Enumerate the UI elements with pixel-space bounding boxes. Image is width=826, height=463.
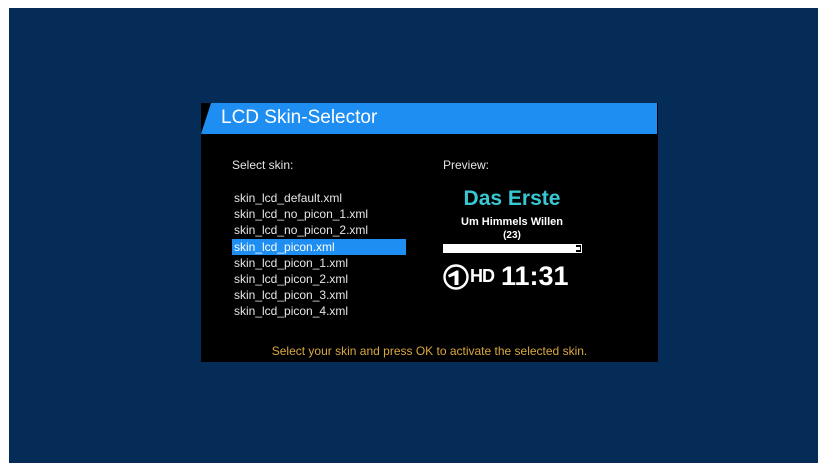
skin-list-item[interactable]: skin_lcd_picon_1.xml bbox=[232, 255, 406, 271]
preview-event-title: Um Himmels Willen bbox=[461, 216, 563, 228]
preview-hd-badge: HD bbox=[470, 266, 495, 286]
preview-event-number: (23) bbox=[503, 230, 521, 241]
skin-list-item[interactable]: skin_lcd_picon_3.xml bbox=[232, 287, 406, 303]
preview-progress-end-marker bbox=[575, 247, 580, 250]
skin-list-item[interactable]: skin_lcd_no_picon_1.xml bbox=[232, 206, 406, 222]
tv-screen: LCD Skin-Selector Select skin: Preview: … bbox=[9, 8, 818, 463]
preview-label: Preview: bbox=[443, 158, 490, 172]
skin-list-item[interactable]: skin_lcd_picon_2.xml bbox=[232, 271, 406, 287]
lcd-preview: Das Erste Um Himmels Willen (23) HD 11:3… bbox=[441, 187, 583, 293]
preview-clock-row: HD 11:31 bbox=[443, 261, 585, 292]
skin-list-item-selected[interactable]: skin_lcd_picon.xml bbox=[232, 238, 406, 255]
dialog-title: LCD Skin-Selector bbox=[221, 107, 378, 128]
skin-list[interactable]: skin_lcd_default.xml skin_lcd_no_picon_1… bbox=[232, 190, 406, 320]
lcd-skin-selector-dialog: LCD Skin-Selector Select skin: Preview: … bbox=[201, 103, 658, 362]
skin-list-item[interactable]: skin_lcd_no_picon_2.xml bbox=[232, 222, 406, 238]
title-bar: LCD Skin-Selector bbox=[201, 103, 657, 134]
preview-channel-name: Das Erste bbox=[463, 187, 561, 210]
ard-1-logo-icon bbox=[443, 264, 469, 290]
preview-progress-bar bbox=[443, 244, 582, 253]
select-skin-label: Select skin: bbox=[232, 158, 294, 172]
skin-list-item[interactable]: skin_lcd_picon_4.xml bbox=[232, 303, 406, 319]
hint-text: Select your skin and press OK to activat… bbox=[271, 344, 588, 358]
skin-list-item[interactable]: skin_lcd_default.xml bbox=[232, 190, 406, 206]
preview-clock: 11:31 bbox=[501, 261, 569, 291]
